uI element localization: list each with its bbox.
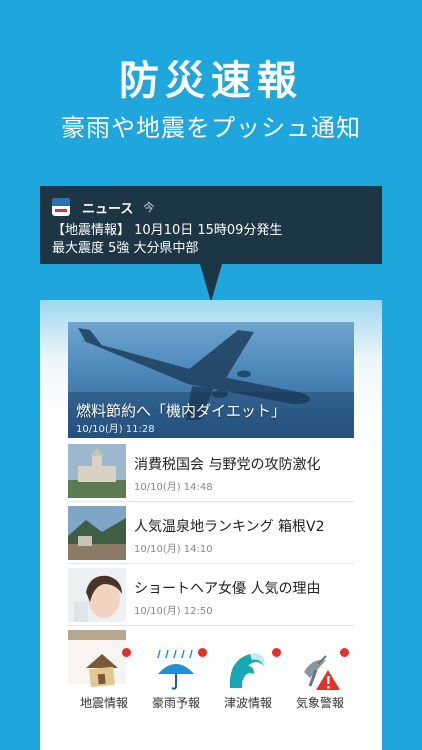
hotspring-thumbnail [68, 506, 126, 560]
radar-warning-icon [304, 655, 340, 690]
parliament-thumbnail [68, 444, 126, 498]
article-title: ショートヘア女優 人気の理由 [134, 581, 321, 597]
tab-heavy-rain[interactable]: 豪雨予報 [140, 646, 212, 746]
notification-dot [198, 648, 207, 657]
tab-earthquake[interactable]: 地震情報 [68, 646, 140, 746]
tab-label: 気象警報 [295, 696, 344, 710]
notification-line-2: 最大震度 5強 大分県中部 [52, 241, 199, 256]
article-title: 人気温泉地ランキング 箱根V2 [134, 519, 325, 535]
notification-line-1: 【地震情報】 10月10日 15時09分発生 [52, 223, 283, 238]
push-notification[interactable]: ニュース 今 【地震情報】 10月10日 15時09分発生 最大震度 5強 大分… [40, 186, 382, 302]
article-title: 消費税国会 与野党の攻防激化 [134, 457, 321, 473]
list-item[interactable]: 人気温泉地ランキング 箱根V2 10/10(月) 14:10 [68, 502, 354, 564]
bottom-tab-bar: 地震情報 豪雨予報 津波情報 気象警報 [68, 640, 354, 750]
tab-weather-warning[interactable]: 気象警報 [284, 646, 356, 746]
hero-title: 燃料節約へ「機内ダイエット」 [76, 402, 286, 420]
tab-label: 地震情報 [79, 696, 128, 710]
hero-date: 10/10(月) 11:28 [76, 424, 155, 435]
wave-icon [229, 653, 265, 688]
notification-dot [122, 648, 131, 657]
tab-tsunami[interactable]: 津波情報 [212, 646, 284, 746]
umbrella-icon [157, 649, 194, 690]
tab-label: 豪雨予報 [151, 696, 200, 710]
list-item[interactable]: 消費税国会 与野党の攻防激化 10/10(月) 14:48 [68, 440, 354, 502]
article-date: 10/10(月) 14:10 [134, 544, 213, 555]
actress-thumbnail [68, 568, 126, 622]
hero-article[interactable]: 燃料節約へ「機内ダイエット」 10/10(月) 11:28 [68, 322, 354, 438]
promo-subtitle: 豪雨や地震をプッシュ通知 [61, 114, 361, 142]
article-date: 10/10(月) 14:48 [134, 482, 213, 493]
notification-time: 今 [143, 201, 155, 214]
notification-dot [272, 648, 281, 657]
notification-app-name: ニュース [82, 201, 134, 217]
house-icon [86, 654, 118, 688]
article-date: 10/10(月) 12:50 [134, 606, 213, 617]
promo-title: 防災速報 [119, 58, 303, 104]
list-item[interactable]: ショートヘア女優 人気の理由 10/10(月) 12:50 [68, 564, 354, 626]
tab-label: 津波情報 [223, 696, 272, 710]
app-icon [52, 198, 70, 216]
notification-dot [340, 648, 349, 657]
